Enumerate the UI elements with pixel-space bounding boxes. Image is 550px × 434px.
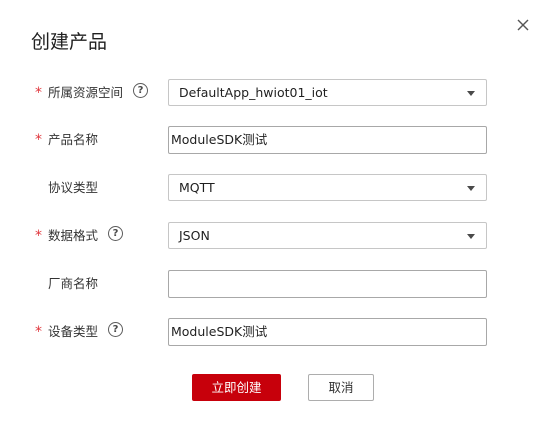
protocol-type-label: 协议类型	[48, 180, 99, 195]
product-name-row: * 产品名称 ModuleSDK测试	[0, 126, 550, 154]
help-icon[interactable]: ?	[108, 322, 123, 337]
resource-space-label: 所属资源空间	[48, 85, 124, 100]
device-type-row: * 设备类型 ? ModuleSDK测试	[0, 318, 550, 346]
chevron-down-icon	[467, 234, 475, 239]
device-type-input[interactable]: ModuleSDK测试	[168, 318, 487, 346]
protocol-type-row: 协议类型 MQTT	[0, 174, 550, 202]
manufacturer-input[interactable]	[168, 270, 487, 298]
device-type-label: 设备类型	[48, 324, 99, 339]
cancel-button[interactable]: 取消	[308, 374, 374, 401]
manufacturer-label: 厂商名称	[48, 276, 99, 291]
create-now-button[interactable]: 立即创建	[192, 374, 281, 401]
create-product-dialog: 创建产品 * 所属资源空间 ? DefaultApp_hwiot01_iot *…	[0, 0, 550, 434]
help-icon[interactable]: ?	[133, 83, 148, 98]
product-name-label: 产品名称	[48, 132, 99, 147]
required-mark: *	[35, 85, 42, 101]
manufacturer-row: 厂商名称	[0, 270, 550, 298]
product-name-input[interactable]: ModuleSDK测试	[168, 126, 487, 154]
resource-space-select[interactable]: DefaultApp_hwiot01_iot	[168, 79, 487, 106]
device-type-value: ModuleSDK测试	[171, 324, 268, 339]
required-mark: *	[35, 132, 42, 148]
dialog-title: 创建产品	[31, 31, 108, 53]
protocol-type-select[interactable]: MQTT	[168, 174, 487, 201]
chevron-down-icon	[467, 186, 475, 191]
product-name-value: ModuleSDK测试	[171, 132, 268, 147]
chevron-down-icon	[467, 91, 475, 96]
resource-space-row: * 所属资源空间 ? DefaultApp_hwiot01_iot	[0, 79, 550, 107]
resource-space-value: DefaultApp_hwiot01_iot	[179, 85, 328, 100]
data-format-row: * 数据格式 ? JSON	[0, 222, 550, 250]
required-mark: *	[35, 228, 42, 244]
protocol-type-value: MQTT	[179, 180, 215, 195]
data-format-value: JSON	[179, 228, 210, 243]
help-icon[interactable]: ?	[108, 226, 123, 241]
close-icon[interactable]	[515, 17, 531, 33]
required-mark: *	[35, 324, 42, 340]
data-format-label: 数据格式	[48, 228, 99, 243]
data-format-select[interactable]: JSON	[168, 222, 487, 249]
